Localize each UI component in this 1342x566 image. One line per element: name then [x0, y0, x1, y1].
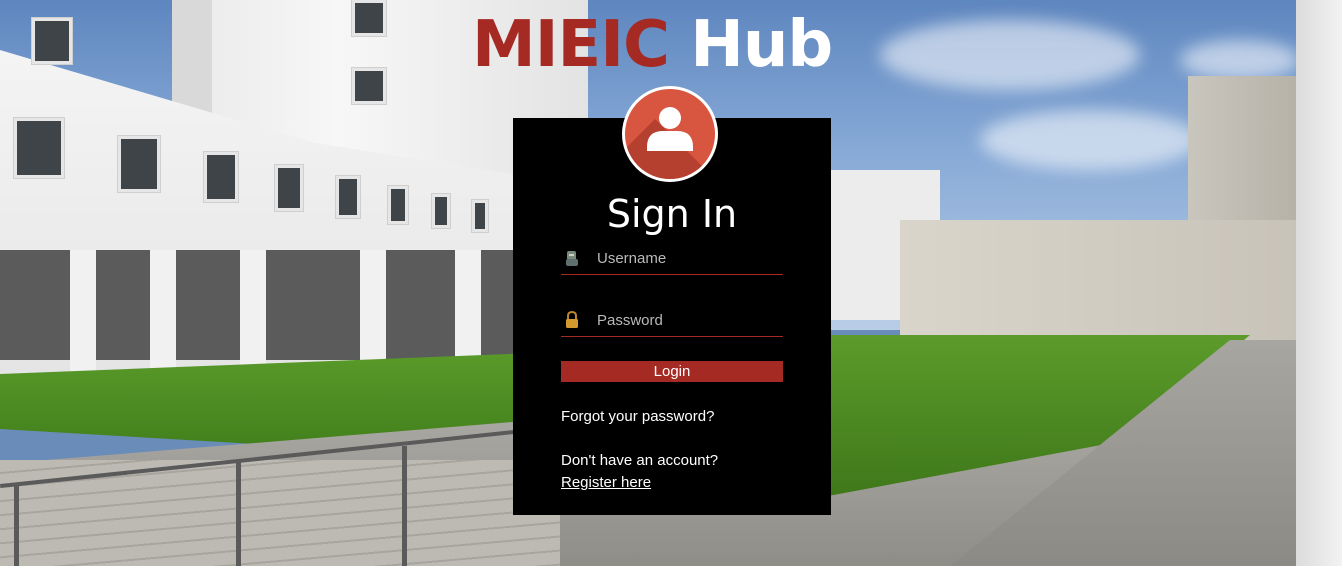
app-title: MIEIC Hub [472, 10, 872, 80]
username-field [561, 243, 783, 275]
handrail-post [236, 462, 241, 566]
user-icon [563, 249, 581, 267]
handrail-post [402, 446, 407, 566]
no-account-text: Don't have an account? [561, 452, 719, 469]
window [472, 200, 488, 232]
window [118, 136, 160, 192]
cloud [1180, 40, 1300, 80]
login-button[interactable]: Login [561, 361, 783, 382]
window [432, 194, 450, 228]
lock-icon [563, 310, 581, 329]
register-link[interactable]: Register here [561, 473, 651, 493]
right-edge-building [1296, 0, 1342, 566]
app-title-mieic: MIEIC [472, 8, 670, 82]
password-input[interactable] [597, 309, 781, 331]
window [336, 176, 360, 218]
cloud [880, 20, 1140, 90]
password-field [561, 305, 783, 337]
username-input[interactable] [597, 247, 781, 269]
handrail-post [14, 484, 19, 566]
window [204, 152, 238, 202]
user-avatar-icon [622, 86, 718, 182]
right-low-building [900, 220, 1300, 340]
window [388, 186, 408, 224]
window [275, 165, 303, 211]
window [32, 18, 72, 64]
forgot-password-link[interactable]: Forgot your password? [561, 407, 714, 427]
cloud [980, 110, 1200, 170]
app-title-hub: Hub [669, 8, 833, 82]
sign-in-heading: Sign In [606, 192, 738, 236]
window [14, 118, 64, 178]
